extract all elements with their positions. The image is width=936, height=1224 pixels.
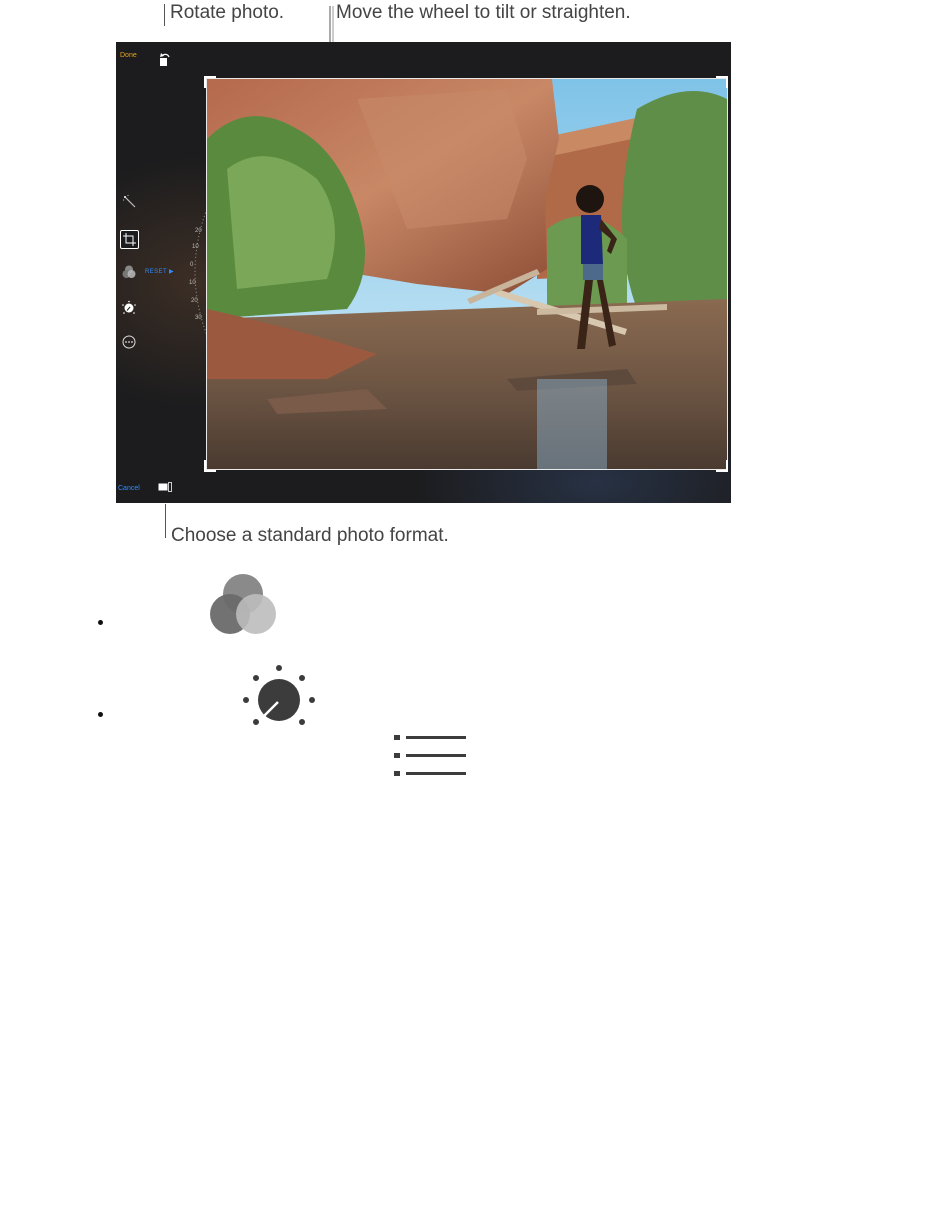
rotate-callout-line xyxy=(164,4,165,26)
more-icon[interactable] xyxy=(121,334,137,350)
done-button[interactable]: Done xyxy=(120,52,137,59)
canyon-photo xyxy=(207,79,727,469)
wheel-tick: 0 xyxy=(190,262,194,268)
crop-tool-button[interactable] xyxy=(120,230,139,249)
crop-corner-bottom-right[interactable] xyxy=(716,460,728,472)
crop-corner-bottom-left[interactable] xyxy=(204,460,216,472)
crop-corner-top-left[interactable] xyxy=(204,76,216,88)
filters-icon[interactable] xyxy=(121,264,137,280)
aspect-ratio-icon[interactable] xyxy=(158,482,172,492)
wheel-callout-text: Move the wheel to tilt or straighten. xyxy=(336,2,631,23)
format-callout-text: Choose a standard photo format. xyxy=(171,525,449,546)
filters-icon xyxy=(210,574,276,634)
adjust-dial-icon[interactable] xyxy=(121,300,137,316)
rotate-icon[interactable] xyxy=(158,50,172,68)
photo-canvas[interactable] xyxy=(206,78,728,470)
photo-editor-screenshot: Done RESET ▶ 20 10 0 10 20 30 Cancel xyxy=(116,42,731,503)
list-bullet xyxy=(98,620,103,625)
crop-icon xyxy=(123,233,136,246)
wheel-tick: 10 xyxy=(189,280,196,286)
wheel-tick: 30 xyxy=(195,315,202,321)
wheel-tick: 20 xyxy=(191,298,198,304)
reset-button[interactable]: RESET ▶ xyxy=(145,268,174,275)
format-callout-line xyxy=(165,504,166,538)
wheel-tick: 20 xyxy=(195,228,202,234)
list-icon xyxy=(394,735,466,776)
list-bullet xyxy=(98,712,103,717)
wheel-tick: 10 xyxy=(192,244,199,250)
adjust-dial-icon xyxy=(243,665,315,725)
cancel-button[interactable]: Cancel xyxy=(118,485,140,492)
magic-wand-icon[interactable] xyxy=(122,194,138,210)
crop-corner-top-right[interactable] xyxy=(716,76,728,88)
